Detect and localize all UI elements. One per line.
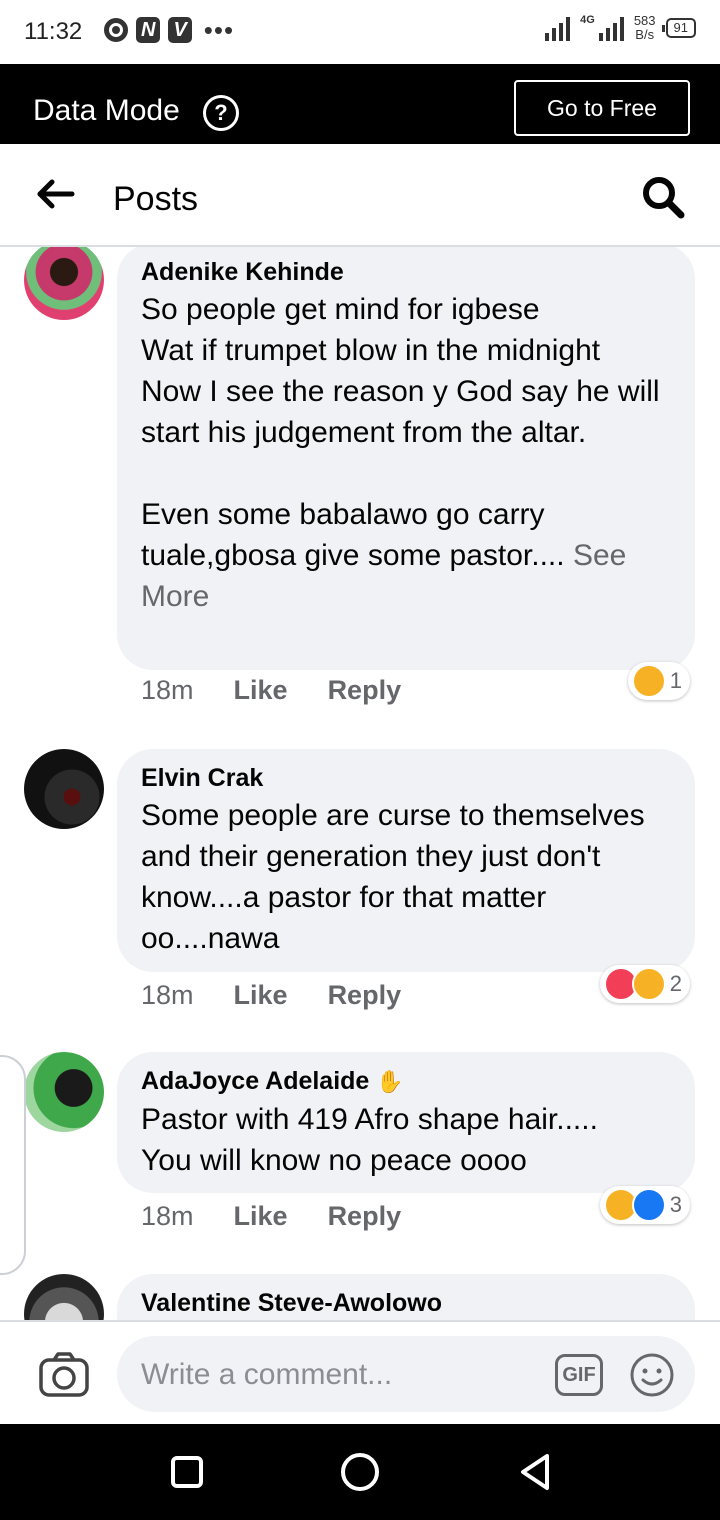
comment-bubble[interactable]: Valentine Steve-Awolowo [117, 1274, 695, 1320]
help-icon[interactable]: ? [203, 95, 239, 131]
signal-icon [545, 15, 571, 41]
avatar[interactable] [24, 1052, 104, 1132]
emoji-icon[interactable] [629, 1352, 675, 1398]
comment-text: So people get mind for igbese Wat if tru… [141, 289, 671, 617]
data-mode-title: Data Mode [33, 94, 180, 127]
reply-button[interactable]: Reply [328, 1201, 402, 1232]
comment-text: Some people are curse to themselves and … [141, 799, 653, 955]
comment-bubble[interactable]: Elvin Crak Some people are curse to them… [117, 749, 695, 972]
chrome-icon [104, 18, 128, 42]
reaction-count: 3 [669, 1192, 682, 1217]
reactions-summary[interactable]: 2 [599, 965, 690, 1003]
network-type: 4G [580, 14, 595, 26]
back-triangle-icon[interactable] [517, 1452, 553, 1492]
system-indicators: 4G 583 B/s 91 [545, 14, 696, 42]
go-to-free-button[interactable]: Go to Free [514, 80, 690, 136]
comment-actions: 18m Like Reply [141, 675, 401, 706]
comment-time: 18m [141, 980, 194, 1010]
comment-author: AdaJoyce Adelaide ✋ [141, 1066, 671, 1097]
side-panel-handle[interactable] [0, 1055, 26, 1275]
n-app-icon: N [136, 17, 161, 43]
comment-input[interactable]: Write a comment... GIF [117, 1336, 695, 1412]
data-mode-bar: Data Mode ? Go to Free [0, 64, 720, 144]
battery-icon: 91 [661, 18, 696, 38]
avatar[interactable] [24, 247, 104, 320]
like-button[interactable]: Like [234, 980, 288, 1011]
comment-bubble[interactable]: AdaJoyce Adelaide ✋ Pastor with 419 Afro… [117, 1052, 695, 1193]
search-icon[interactable] [640, 174, 686, 220]
signal-2-icon [598, 15, 624, 41]
like-button[interactable]: Like [234, 675, 288, 706]
comment-placeholder: Write a comment... [141, 1358, 393, 1391]
comment-body: So people get mind for igbese Wat if tru… [141, 293, 660, 572]
avatar[interactable] [24, 749, 104, 829]
comment-bubble[interactable]: Adenike Kehinde So people get mind for i… [117, 247, 695, 670]
more-notifications-icon: ••• [203, 15, 235, 45]
page-header: Posts [0, 144, 720, 247]
camera-icon[interactable] [38, 1352, 90, 1398]
network-speed: 583 B/s [634, 14, 656, 42]
speed-value: 583 [633, 13, 656, 28]
status-bar: 11:32 N V ••• 4G 583 B/s 91 [0, 0, 720, 64]
comment-actions: 18m Like Reply [141, 1201, 401, 1232]
like-reaction-icon [631, 1188, 666, 1222]
comment-time: 18m [141, 1201, 194, 1231]
reply-button[interactable]: Reply [328, 675, 402, 706]
comments-feed[interactable]: Adenike Kehinde So people get mind for i… [0, 247, 720, 1320]
reply-button[interactable]: Reply [328, 980, 402, 1011]
reactions-summary[interactable]: 1 [627, 662, 690, 700]
fan-badge-icon: ✋ [376, 1069, 404, 1094]
page-title: Posts [113, 180, 199, 218]
recent-apps-icon[interactable] [171, 1456, 203, 1488]
sad-reaction-icon [631, 967, 666, 1001]
reaction-count: 1 [669, 668, 682, 693]
reaction-count: 2 [669, 971, 682, 996]
notification-icons: N V ••• [104, 17, 234, 43]
system-nav-bar [0, 1424, 720, 1520]
gif-icon[interactable]: GIF [555, 1354, 603, 1396]
status-time: 11:32 [24, 18, 83, 45]
sad-reaction-icon [631, 664, 666, 698]
comment-author-name[interactable]: AdaJoyce Adelaide [141, 1067, 369, 1095]
reactions-summary[interactable]: 3 [599, 1186, 690, 1224]
back-arrow-icon[interactable] [36, 178, 76, 210]
comment-author[interactable]: Valentine Steve-Awolowo [141, 1288, 671, 1318]
v-app-icon: V [168, 17, 192, 43]
comment-author[interactable]: Elvin Crak [141, 763, 671, 793]
like-button[interactable]: Like [234, 1201, 288, 1232]
comment-text: Pastor with 419 Afro shape hair..... You… [141, 1103, 598, 1177]
avatar[interactable] [24, 1274, 104, 1320]
comment-time: 18m [141, 675, 194, 705]
comment-author[interactable]: Adenike Kehinde [141, 257, 671, 287]
comment-actions: 18m Like Reply [141, 980, 401, 1011]
home-icon[interactable] [341, 1453, 379, 1491]
speed-unit: B/s [635, 27, 655, 42]
comment-composer: Write a comment... GIF [0, 1320, 720, 1424]
